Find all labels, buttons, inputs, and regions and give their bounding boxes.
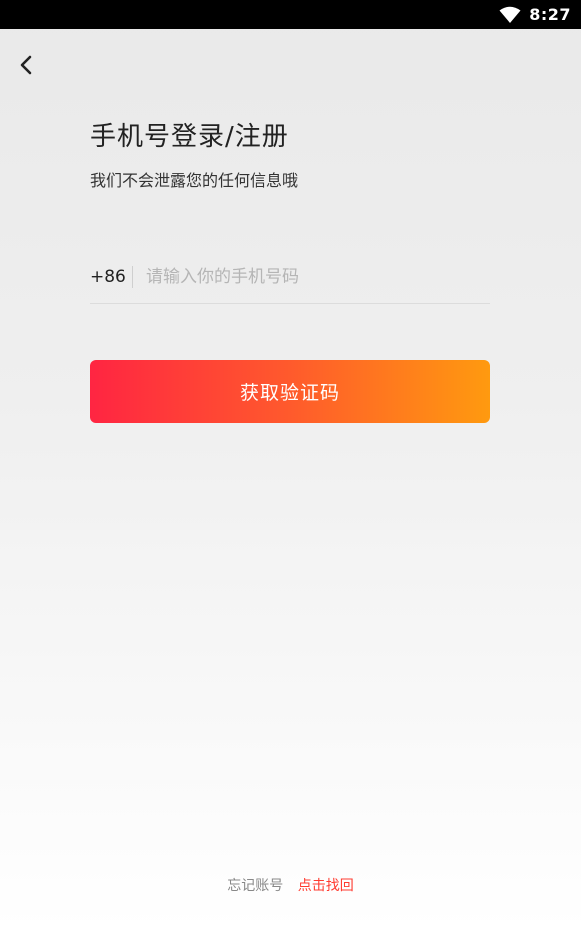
page-title: 手机号登录/注册 bbox=[90, 122, 289, 152]
status-time: 8:27 bbox=[529, 5, 571, 24]
divider bbox=[132, 265, 133, 288]
chevron-left-icon bbox=[20, 55, 32, 75]
recover-account-link[interactable]: 点击找回 bbox=[298, 878, 354, 894]
forgot-account-label: 忘记账号 bbox=[227, 878, 284, 894]
footer: 忘记账号 点击找回 bbox=[0, 875, 581, 895]
back-button[interactable] bbox=[12, 50, 40, 80]
phone-input-row: +86 bbox=[90, 250, 490, 304]
page-subtitle: 我们不会泄露您的任何信息哦 bbox=[90, 171, 299, 190]
wifi-icon bbox=[499, 6, 521, 23]
get-code-button[interactable]: 获取验证码 bbox=[90, 360, 490, 423]
phone-input[interactable] bbox=[146, 261, 490, 292]
country-code[interactable]: +86 bbox=[90, 267, 132, 287]
status-bar: 8:27 bbox=[0, 0, 581, 29]
status-right: 8:27 bbox=[499, 0, 571, 29]
